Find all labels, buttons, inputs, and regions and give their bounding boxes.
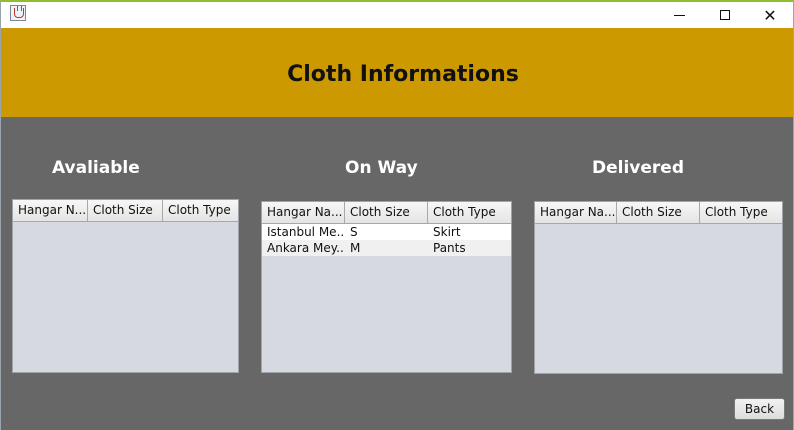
table-header: Hangar Na... Cloth Size Cloth Type	[262, 202, 511, 224]
close-icon: ✕	[763, 5, 777, 25]
on-way-title: On Way	[345, 158, 418, 178]
available-title: Avaliable	[52, 158, 140, 178]
page-title: Cloth Informations	[287, 62, 519, 87]
cell-hangar-name: Istanbul Me...	[267, 225, 345, 239]
title-bar: ✕	[1, 2, 793, 28]
table-header: Hangar N... Cloth Size Cloth Type	[13, 200, 238, 222]
table-row[interactable]: Istanbul Me... S Skirt	[262, 224, 511, 240]
header-banner: Cloth Informations	[1, 28, 793, 117]
column-header-cloth-size[interactable]: Cloth Size	[617, 202, 700, 223]
column-header-cloth-size[interactable]: Cloth Size	[88, 200, 163, 221]
column-header-cloth-type[interactable]: Cloth Type	[700, 202, 782, 223]
minimize-button[interactable]	[656, 2, 702, 28]
cell-cloth-size: S	[350, 225, 358, 239]
back-button[interactable]: Back	[734, 398, 785, 420]
column-header-hangar-name[interactable]: Hangar N...	[13, 200, 88, 221]
app-window: ✕ Cloth Informations Avaliable On Way De…	[0, 0, 794, 430]
cell-cloth-type: Skirt	[433, 225, 461, 239]
column-header-hangar-name[interactable]: Hangar Na...	[262, 202, 345, 223]
table-row[interactable]: Ankara Mey... M Pants	[262, 240, 511, 256]
close-button[interactable]: ✕	[747, 2, 793, 28]
column-header-cloth-size[interactable]: Cloth Size	[345, 202, 428, 223]
maximize-button[interactable]	[702, 2, 748, 28]
delivered-title: Delivered	[592, 158, 684, 178]
available-table[interactable]: Hangar N... Cloth Size Cloth Type	[12, 199, 239, 373]
column-header-cloth-type[interactable]: Cloth Type	[163, 200, 238, 221]
on-way-table[interactable]: Hangar Na... Cloth Size Cloth Type Istan…	[261, 201, 512, 373]
delivered-table[interactable]: Hangar Na... Cloth Size Cloth Type	[534, 201, 783, 374]
cell-cloth-size: M	[350, 241, 361, 255]
minimize-icon	[673, 14, 685, 16]
cell-hangar-name: Ankara Mey...	[267, 241, 345, 255]
java-cup-icon	[10, 5, 26, 21]
cell-cloth-type: Pants	[433, 241, 466, 255]
column-header-cloth-type[interactable]: Cloth Type	[428, 202, 511, 223]
maximize-icon	[720, 10, 730, 20]
column-header-hangar-name[interactable]: Hangar Na...	[535, 202, 617, 223]
table-header: Hangar Na... Cloth Size Cloth Type	[535, 202, 782, 224]
